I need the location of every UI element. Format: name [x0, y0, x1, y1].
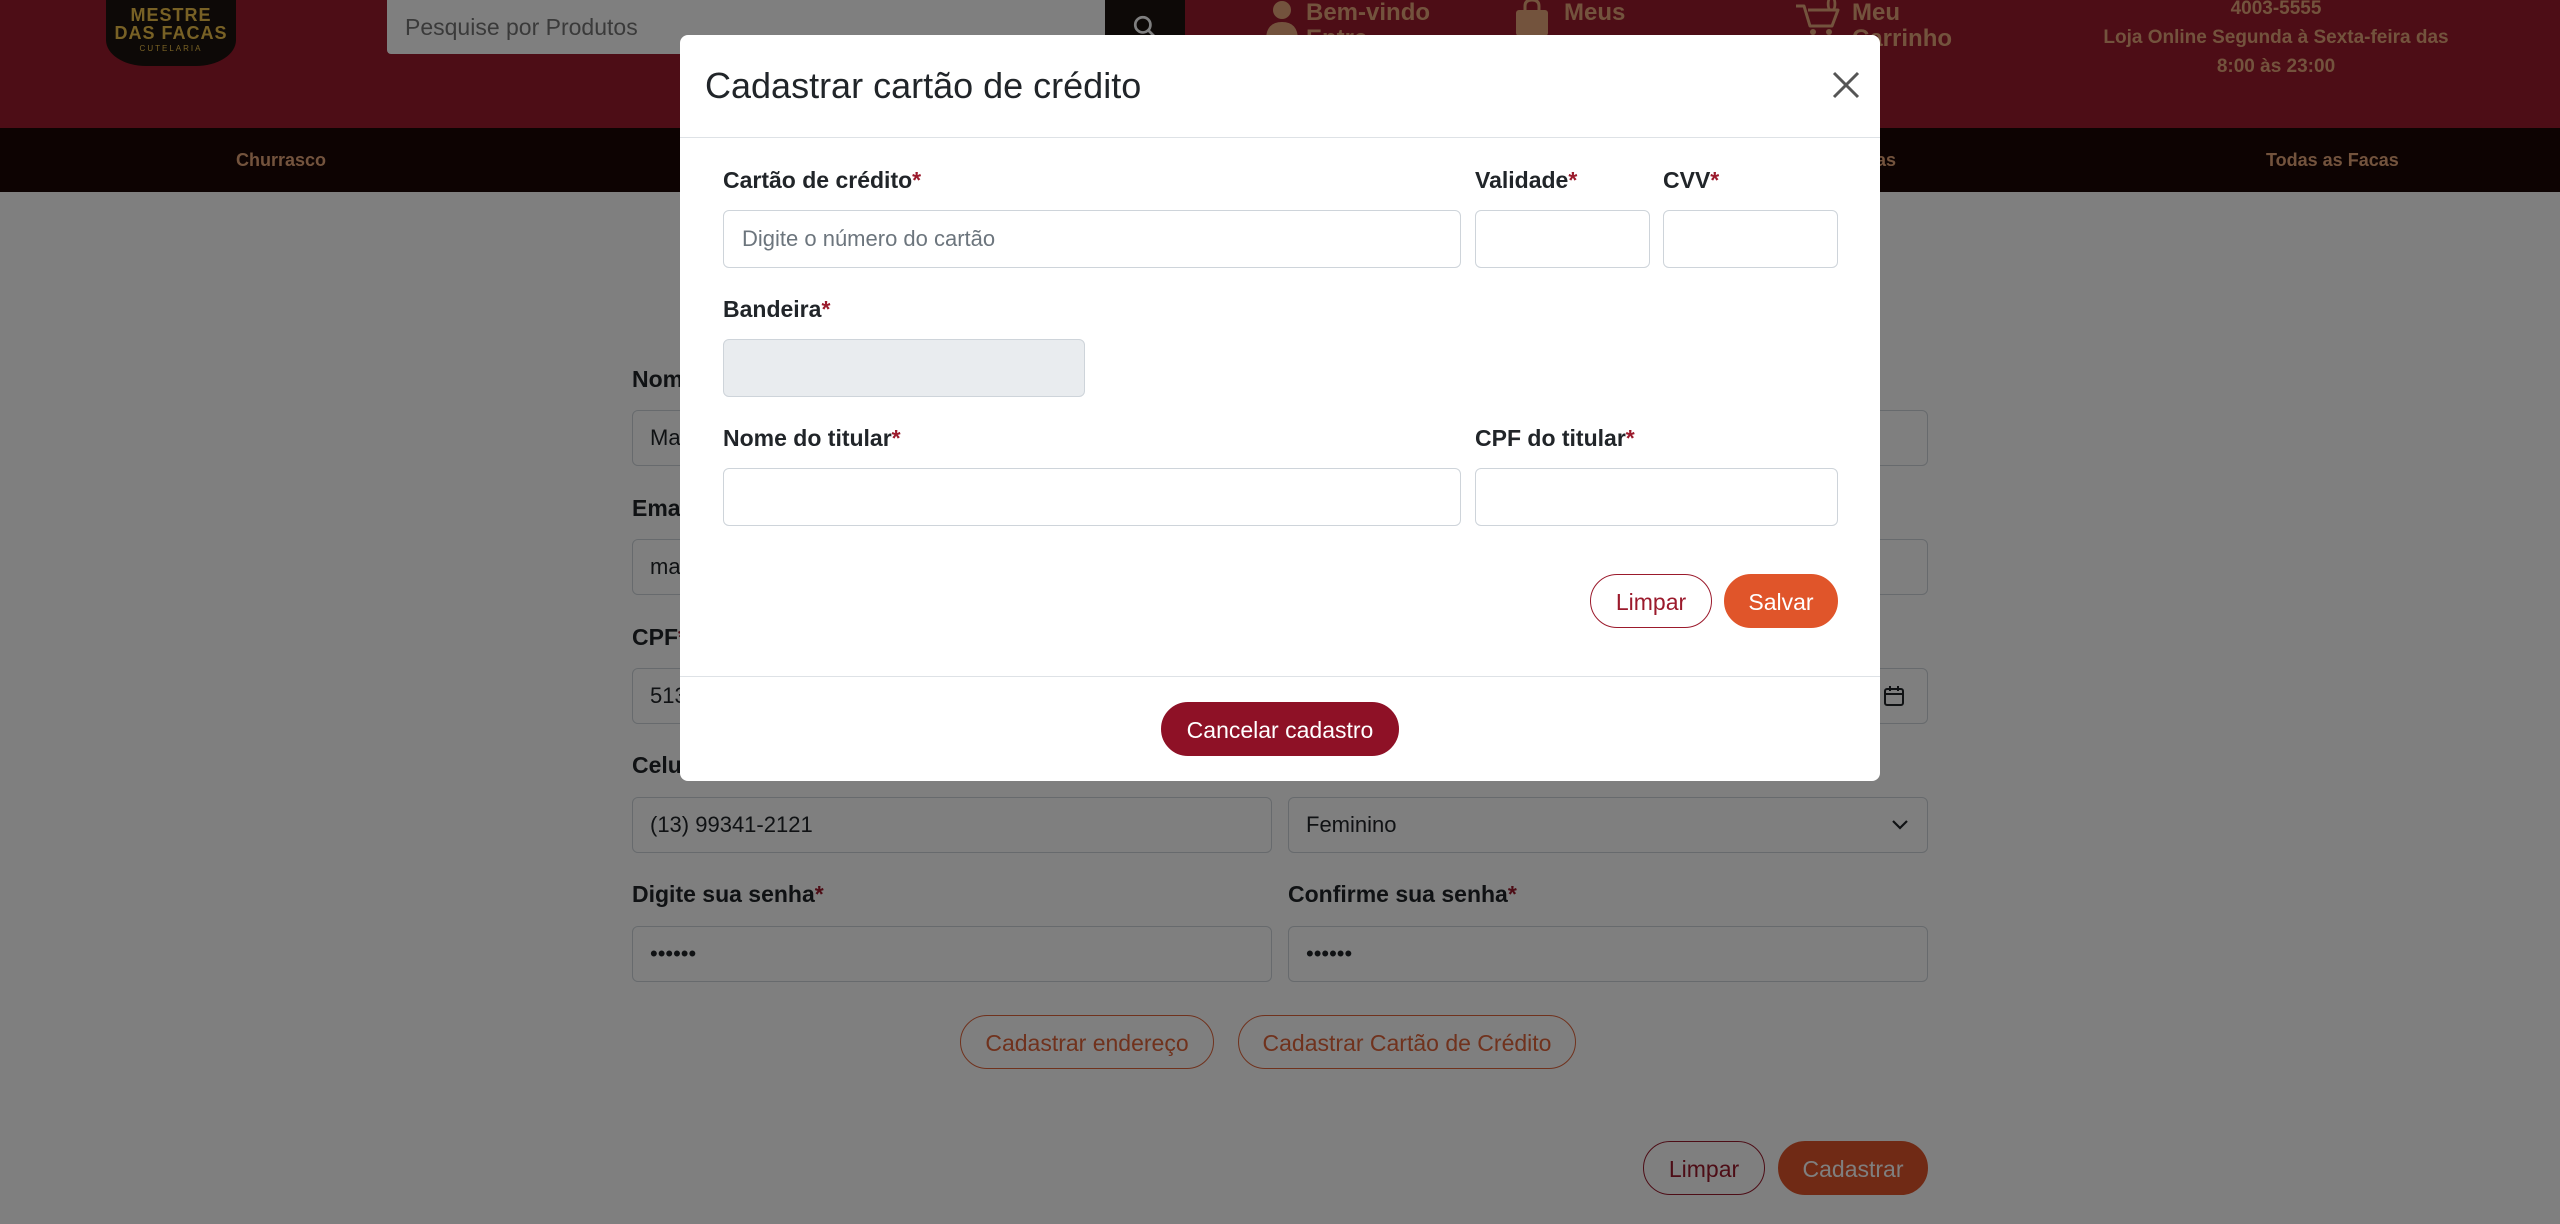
cpf-titular-label-text: CPF do titular [1475, 425, 1626, 451]
required-mark: * [891, 425, 901, 451]
required-mark: * [912, 167, 922, 193]
cvv-label-text: CVV [1663, 167, 1711, 193]
close-icon[interactable] [1828, 67, 1864, 103]
validade-label: Validade* [1475, 167, 1577, 194]
cvv-input[interactable] [1663, 210, 1838, 268]
validade-label-text: Validade [1475, 167, 1569, 193]
modal-limpar-button[interactable]: Limpar [1590, 574, 1712, 628]
cvv-label: CVV* [1663, 167, 1719, 194]
required-mark: * [1568, 167, 1578, 193]
modal-title: Cadastrar cartão de crédito [705, 65, 1142, 106]
nome-titular-label: Nome do titular* [723, 425, 901, 452]
required-mark: * [1710, 167, 1720, 193]
required-mark: * [821, 296, 831, 322]
nome-titular-label-text: Nome do titular [723, 425, 892, 451]
cpf-titular-label: CPF do titular* [1475, 425, 1635, 452]
salvar-button[interactable]: Salvar [1724, 574, 1838, 628]
cpf-titular-input[interactable] [1475, 468, 1838, 526]
nome-titular-input[interactable] [723, 468, 1461, 526]
validade-input[interactable] [1475, 210, 1650, 268]
credit-card-modal: Cadastrar cartão de crédito Cartão de cr… [680, 35, 1880, 781]
bandeira-field [723, 339, 1085, 397]
cartao-label: Cartão de crédito* [723, 167, 921, 194]
bandeira-label-text: Bandeira [723, 296, 822, 322]
required-mark: * [1625, 425, 1635, 451]
modal-footer-divider [680, 676, 1880, 677]
bandeira-label: Bandeira* [723, 296, 830, 323]
card-number-input[interactable] [723, 210, 1461, 268]
cancelar-cadastro-button[interactable]: Cancelar cadastro [1161, 702, 1399, 756]
cartao-label-text: Cartão de crédito [723, 167, 913, 193]
modal-header-divider [680, 137, 1880, 138]
